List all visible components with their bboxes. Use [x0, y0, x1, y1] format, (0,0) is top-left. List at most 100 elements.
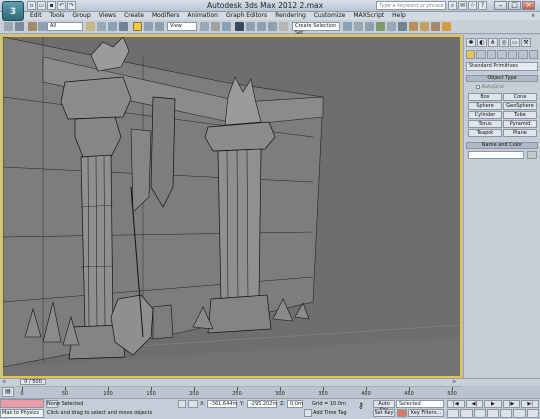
menu-modifiers[interactable]: Modifiers — [148, 12, 183, 20]
set-key-icon[interactable]: ⚷ — [358, 402, 370, 410]
edit-named-selection-icon[interactable] — [279, 22, 288, 31]
window-crossing-icon[interactable] — [119, 22, 128, 31]
open-file-icon[interactable]: ▭ — [37, 1, 46, 10]
go-to-end-icon[interactable]: ▶| — [521, 400, 539, 408]
geometry-icon[interactable] — [466, 50, 476, 59]
graphite-toggle-icon[interactable] — [376, 22, 385, 31]
auto-key-button[interactable]: Auto Key — [373, 400, 395, 413]
select-and-scale-icon[interactable] — [155, 22, 164, 31]
play-icon[interactable]: ▶ — [484, 400, 502, 408]
pyramid-button[interactable]: Pyramid — [503, 120, 537, 128]
app-logo-icon[interactable]: 3 — [2, 1, 24, 21]
track-bar[interactable]: 0 50 100 150 200 250 300 350 400 450 500 — [16, 386, 462, 398]
angle-snap-icon[interactable] — [246, 22, 255, 31]
snaps-toggle-icon[interactable] — [235, 22, 244, 31]
tube-button[interactable]: Tube — [503, 111, 537, 119]
select-object-icon[interactable] — [86, 22, 95, 31]
close-button[interactable]: × — [522, 1, 535, 10]
new-file-icon[interactable]: ▫ — [27, 1, 36, 10]
set-key-button[interactable]: Set Key — [373, 409, 395, 417]
category-dropdown[interactable]: Standard Primitives — [466, 62, 538, 71]
hierarchy-tab-icon[interactable]: ⋔ — [488, 38, 498, 47]
maximize-button[interactable]: □ — [508, 1, 521, 10]
lock-selection-icon[interactable] — [178, 400, 186, 408]
percent-snap-icon[interactable] — [257, 22, 266, 31]
slider-next-icon[interactable]: > — [452, 379, 460, 385]
teapot-button[interactable]: Teapot — [468, 129, 502, 137]
perspective-viewport[interactable] — [1, 35, 462, 378]
torus-button[interactable]: Torus — [468, 120, 502, 128]
box-button[interactable]: Box — [468, 93, 502, 101]
zoom-icon[interactable] — [447, 409, 460, 418]
y-coordinate-field[interactable]: -295.202m — [247, 400, 277, 408]
save-file-icon[interactable]: ▪ — [47, 1, 56, 10]
mirror-icon[interactable] — [343, 22, 352, 31]
rectangular-selection-icon[interactable] — [108, 22, 117, 31]
curve-editor-icon[interactable] — [387, 22, 396, 31]
link-icon[interactable] — [28, 22, 37, 31]
menu-rendering[interactable]: Rendering — [271, 12, 310, 20]
undo-icon[interactable]: ↶ — [57, 1, 66, 10]
object-color-swatch[interactable] — [527, 151, 537, 159]
menu-create[interactable]: Create — [120, 12, 148, 20]
name-and-color-rollout[interactable]: Name and Color — [466, 142, 538, 149]
z-coordinate-field[interactable]: 0.0m — [287, 400, 303, 408]
spinner-snap-icon[interactable] — [268, 22, 277, 31]
lights-icon[interactable] — [486, 50, 497, 59]
help-icon[interactable]: ? — [478, 1, 487, 10]
pan-view-icon[interactable] — [500, 409, 513, 418]
create-tab-icon[interactable]: ✱ — [466, 38, 476, 47]
systems-icon[interactable] — [528, 50, 538, 59]
selection-filter-dropdown[interactable]: All — [47, 22, 83, 31]
menu-graph-editors[interactable]: Graph Editors — [222, 12, 271, 20]
search-input[interactable]: Type a keyword or phrase — [376, 1, 446, 10]
helpers-icon[interactable] — [507, 50, 518, 59]
render-production-icon[interactable] — [442, 22, 451, 31]
add-time-tag[interactable]: Add Time Tag — [313, 409, 347, 417]
modify-tab-icon[interactable]: ◐ — [477, 38, 487, 47]
select-by-name-icon[interactable] — [97, 22, 106, 31]
menu-views[interactable]: Views — [95, 12, 120, 20]
menu-group[interactable]: Group — [68, 12, 94, 20]
cylinder-button[interactable]: Cylinder — [468, 111, 502, 119]
minimize-button[interactable]: – — [494, 1, 507, 10]
redo-icon[interactable]: ↷ — [67, 1, 76, 10]
spacewarps-icon[interactable] — [518, 50, 528, 59]
undo-toolbar-icon[interactable] — [4, 22, 13, 31]
shapes-icon[interactable] — [476, 50, 486, 59]
display-tab-icon[interactable]: ▭ — [510, 38, 520, 47]
maximize-viewport-icon[interactable] — [526, 409, 539, 418]
maxscript-mini-listener[interactable]: Max to Physics — [0, 409, 44, 418]
plane-button[interactable]: Plane — [503, 129, 537, 137]
zoom-all-icon[interactable] — [460, 409, 473, 418]
maxscript-listener-output[interactable] — [0, 399, 44, 408]
manipulate-icon[interactable] — [211, 22, 220, 31]
x-coordinate-field[interactable]: -361.644m — [207, 400, 237, 408]
cameras-icon[interactable] — [497, 50, 507, 59]
redo-toolbar-icon[interactable] — [15, 22, 24, 31]
rendered-frame-icon[interactable] — [431, 22, 440, 31]
schematic-view-icon[interactable] — [398, 22, 407, 31]
menu-animation[interactable]: Animation — [183, 12, 222, 20]
object-type-rollout[interactable]: Object Type — [466, 75, 538, 82]
menu-maxscript[interactable]: MAXScript — [349, 12, 388, 20]
orbit-icon[interactable] — [513, 409, 526, 418]
key-filter-selection-dropdown[interactable]: Selected — [396, 400, 444, 408]
object-name-field[interactable] — [468, 151, 524, 159]
mini-curve-editor-icon[interactable]: ▤ — [2, 387, 14, 397]
menu-customize[interactable]: Customize — [310, 12, 350, 20]
menu-edit[interactable]: Edit — [26, 12, 46, 20]
communication-center-icon[interactable]: ✉ — [458, 1, 467, 10]
material-editor-icon[interactable] — [409, 22, 418, 31]
utilities-tab-icon[interactable]: ⚒ — [521, 38, 531, 47]
key-mode-icon[interactable] — [397, 409, 407, 417]
field-of-view-icon[interactable] — [486, 409, 500, 418]
favorites-icon[interactable]: ☆ — [468, 1, 477, 10]
select-and-move-icon[interactable] — [133, 22, 142, 31]
select-and-rotate-icon[interactable] — [144, 22, 153, 31]
time-slider-handle[interactable]: 0 / 500 — [20, 379, 46, 385]
cone-button[interactable]: Cone — [503, 93, 537, 101]
search-icon[interactable]: ⌕ — [448, 1, 457, 10]
menu-close-icon[interactable]: × — [531, 13, 538, 19]
go-to-start-icon[interactable]: |◀ — [447, 400, 465, 408]
